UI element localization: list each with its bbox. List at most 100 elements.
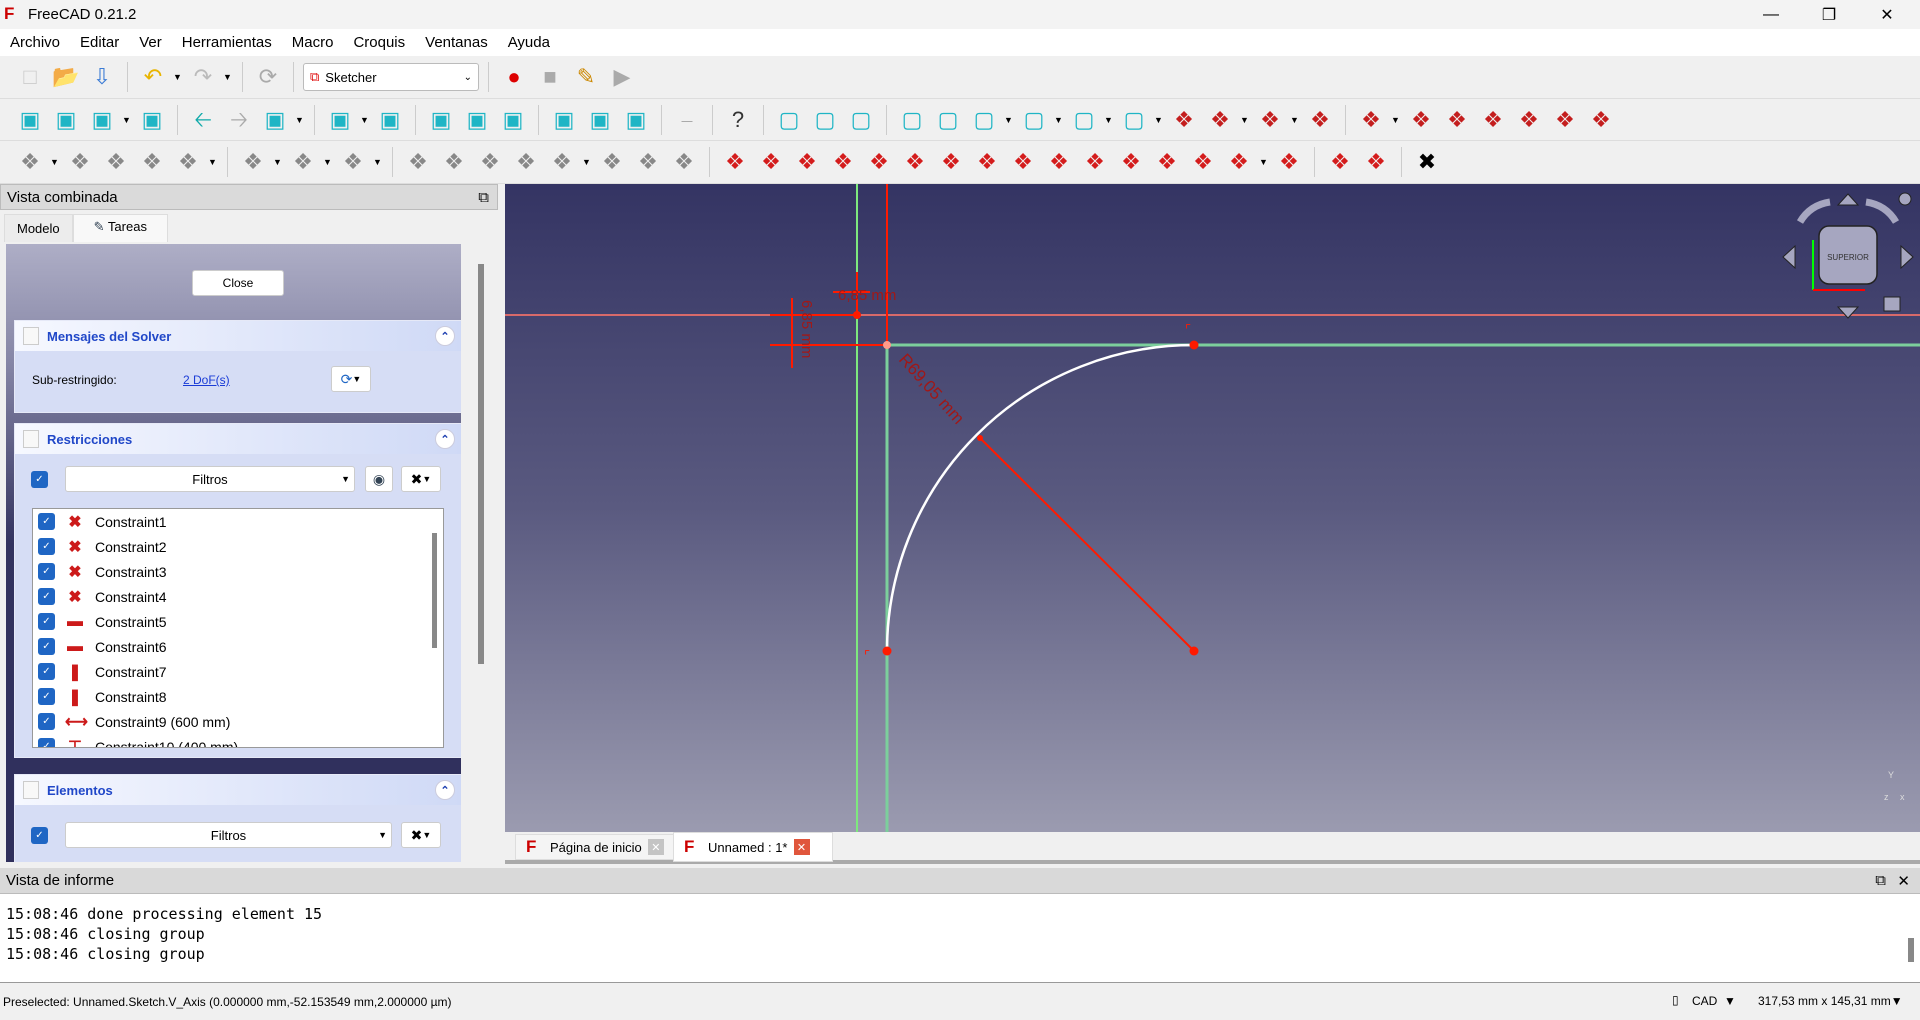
trim-icon[interactable]: ❖ [1405, 104, 1437, 136]
undo-icon[interactable]: ↶ [137, 61, 169, 93]
dropdown-arrow-icon[interactable]: ▼ [50, 157, 60, 167]
constraint-row[interactable]: ✓ ✖ Constraint3 [33, 559, 443, 584]
fit-selection-icon[interactable]: ▣ [50, 104, 82, 136]
constraint-row[interactable]: ✓ ⊤ Constraint10 (400 mm) [33, 734, 443, 747]
select-vertical-axis-icon[interactable]: ❖ [510, 146, 542, 178]
arc-center-point[interactable] [1189, 646, 1199, 656]
constraint-checkbox[interactable]: ✓ [38, 713, 55, 730]
3d-view[interactable]: 6,85 mm 6,85 mm R69,05 mm ⌜ ⌜ SUPERIOR Y [505, 184, 1920, 832]
tab-tasks[interactable]: ✎ Tareas [72, 214, 168, 242]
constrain-equal-icon[interactable]: ❖ [971, 146, 1003, 178]
dropdown-arrow-icon[interactable]: ▼ [1259, 157, 1269, 167]
dropdown-arrow-icon[interactable]: ▼ [582, 157, 592, 167]
dropdown-arrow-icon[interactable]: ▼ [1154, 115, 1164, 125]
conic-icon[interactable]: ▢ [1068, 104, 1100, 136]
constrain-perpendicular-icon[interactable]: ❖ [899, 146, 931, 178]
bottom-icon[interactable]: ▣ [584, 104, 616, 136]
constraint-checkbox[interactable]: ✓ [38, 638, 55, 655]
to-construction-icon[interactable]: ❖ [1585, 104, 1617, 136]
polyline-icon[interactable]: ▢ [968, 104, 1000, 136]
right-icon[interactable]: ▣ [497, 104, 529, 136]
rotate-down-arrow-icon[interactable] [1836, 306, 1860, 319]
origin-point[interactable] [853, 311, 861, 319]
validate-icon[interactable]: ❖ [100, 146, 132, 178]
collapse-icon[interactable]: ⌃ [435, 780, 455, 800]
merge-icon[interactable]: ❖ [136, 146, 168, 178]
dropdown-arrow-icon[interactable]: ▼ [295, 115, 305, 125]
visibility-button[interactable]: ◉ [365, 466, 393, 492]
top-icon[interactable]: ▣ [461, 104, 493, 136]
close-button[interactable]: Close [192, 270, 284, 296]
solver-update-button[interactable]: ⟳ ▼ [331, 366, 371, 392]
rectangle-icon[interactable]: ❖ [1204, 104, 1236, 136]
stop-macro-icon[interactable]: ■ [534, 61, 566, 93]
record-macro-icon[interactable]: ● [498, 61, 530, 93]
constraints-list-scrollbar[interactable] [432, 533, 437, 648]
measure-icon[interactable]: ⎯ [671, 104, 703, 136]
rotate-ccw-icon[interactable] [1796, 198, 1831, 224]
constrain-coincident-icon[interactable]: ❖ [719, 146, 751, 178]
radius-dimension-line[interactable] [979, 437, 1195, 652]
constraint-checkbox[interactable]: ✓ [38, 613, 55, 630]
rectangular-array-icon[interactable]: ❖ [596, 146, 628, 178]
line-icon[interactable]: ▢ [932, 104, 964, 136]
elements-filter-combo[interactable]: Filtros ▼ [65, 822, 392, 848]
dropdown-arrow-icon[interactable]: ▼ [1004, 115, 1014, 125]
rotate-right-arrow-icon[interactable] [1900, 244, 1914, 270]
circle-icon[interactable]: ▢ [1018, 104, 1050, 136]
run-macro-icon[interactable]: ▶ [606, 61, 638, 93]
left-icon[interactable]: ▣ [620, 104, 652, 136]
radius-label[interactable]: R69,05 mm [895, 350, 968, 428]
constraints-settings-button[interactable]: ✖ ▼ [401, 466, 441, 492]
constraint-checkbox[interactable]: ✓ [38, 538, 55, 555]
reorient-icon[interactable]: ❖ [64, 146, 96, 178]
dropdown-arrow-icon[interactable]: ▼ [1054, 115, 1064, 125]
dropdown-arrow-icon[interactable]: ▼ [323, 157, 333, 167]
constraint-checkbox[interactable]: ✓ [38, 588, 55, 605]
activate-constraint-icon[interactable]: ❖ [1360, 146, 1392, 178]
navigation-cube[interactable]: SUPERIOR [1782, 192, 1914, 319]
tab-unnamed[interactable]: F Unnamed : 1* ✕ [673, 832, 833, 862]
dropdown-arrow-icon[interactable]: ▼ [360, 115, 370, 125]
constraint-row[interactable]: ✓ ▬ Constraint5 [33, 609, 443, 634]
constraint-row[interactable]: ✓ ✖ Constraint4 [33, 584, 443, 609]
constraint-row[interactable]: ✓ ❚ Constraint7 [33, 659, 443, 684]
zoom-in-out-icon[interactable]: ▣ [324, 104, 356, 136]
std-view-menu-icon[interactable]: ▣ [259, 104, 291, 136]
view-sketch-icon[interactable]: ▢ [809, 104, 841, 136]
tab-model[interactable]: Modelo [4, 214, 73, 242]
new-file-icon[interactable]: □ [14, 61, 46, 93]
dof-link[interactable]: 2 DoF(s) [183, 373, 230, 387]
redo-icon[interactable]: ↷ [187, 61, 219, 93]
dimension-readout[interactable]: 317,53 mm x 145,31 mm▼ [1758, 994, 1903, 1008]
select-origin-icon[interactable]: ❖ [438, 146, 470, 178]
constraint-row[interactable]: ✓ ✖ Constraint1 [33, 509, 443, 534]
menu-macro[interactable]: Macro [282, 34, 344, 51]
split-icon[interactable]: ❖ [1477, 104, 1509, 136]
refresh-icon[interactable]: ⟳ [252, 61, 284, 93]
dropdown-arrow-icon[interactable]: ▼ [208, 157, 218, 167]
polygon-icon[interactable]: ❖ [1254, 104, 1286, 136]
tab-start-page[interactable]: F Página de inicio ✕ [515, 834, 675, 860]
dropdown-arrow-icon[interactable]: ▼ [373, 157, 383, 167]
point-icon[interactable]: ▢ [896, 104, 928, 136]
menu-ayuda[interactable]: Ayuda [498, 34, 560, 51]
report-scrollbar[interactable] [1908, 938, 1914, 962]
constraint-row[interactable]: ✓ ✖ Constraint2 [33, 534, 443, 559]
polyline2-icon[interactable]: ❖ [1168, 104, 1200, 136]
arc-end-point[interactable] [1189, 340, 1199, 350]
constrain-radius-icon[interactable]: ❖ [1223, 146, 1255, 178]
constraint-checkbox[interactable]: ✓ [38, 563, 55, 580]
constrain-angle-icon[interactable]: ❖ [1273, 146, 1305, 178]
dropdown-arrow-icon[interactable]: ▼ [273, 157, 283, 167]
menu-herramientas[interactable]: Herramientas [172, 34, 282, 51]
elements-select-all-checkbox[interactable]: ✓ [31, 827, 48, 844]
redo-dropdown-icon[interactable]: ▼ [223, 72, 233, 82]
draw-style-icon[interactable]: ▣ [86, 104, 118, 136]
close-window-button[interactable]: ✕ [1858, 0, 1916, 29]
toggle-driving-icon[interactable]: ❖ [1324, 146, 1356, 178]
constrain-lock-icon[interactable]: ❖ [1079, 146, 1111, 178]
close-tab-icon[interactable]: ✕ [793, 839, 810, 855]
front-icon[interactable]: ▣ [425, 104, 457, 136]
rotate-up-arrow-icon[interactable] [1836, 193, 1860, 206]
